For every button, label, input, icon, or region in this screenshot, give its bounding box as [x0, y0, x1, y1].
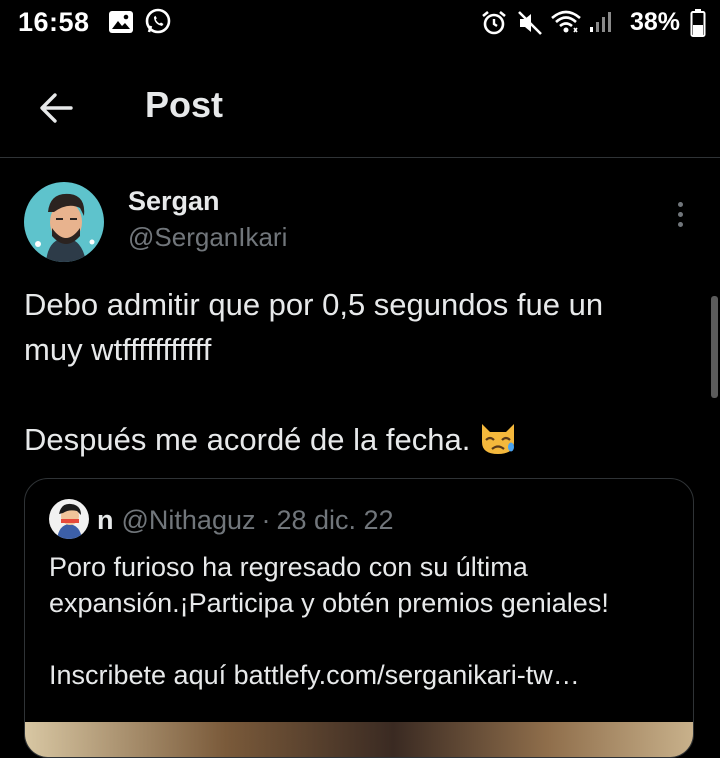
wifi-icon: [551, 10, 581, 33]
post-text-line: Debo admitir que por 0,5 segundos fue un: [24, 287, 604, 322]
whatsapp-icon: [145, 8, 171, 34]
quoted-author-avatar: [49, 499, 89, 539]
avatar-illustration: [24, 182, 104, 262]
quoted-post-text: Poro furioso ha regresado con su última …: [49, 549, 679, 693]
quoted-avatar-illustration: [49, 499, 89, 539]
signal-icon: [590, 12, 611, 32]
quoted-handle: @Nithaguz: [121, 505, 256, 535]
more-vertical-icon: [677, 201, 683, 207]
post-text-line: Después me acordé de la fecha.: [24, 422, 471, 457]
quoted-text-line: Inscribete aquí battlefy.com/serganikari…: [49, 660, 580, 690]
author-avatar[interactable]: [24, 182, 104, 262]
more-dot: [677, 221, 683, 227]
header-divider: [0, 157, 720, 158]
battery-icon: [690, 9, 706, 37]
mute-icon: [518, 11, 542, 35]
page-title: Post: [145, 84, 224, 125]
quoted-post-media[interactable]: [25, 722, 693, 757]
alarm-icon: [482, 10, 506, 35]
scrollbar-thumb[interactable]: [711, 296, 718, 398]
post-text-line: muy wtfffffffffff: [24, 332, 212, 367]
author-handle[interactable]: @SerganIkari: [128, 222, 287, 253]
post-text-spacer: [24, 372, 704, 417]
quoted-text-line: Poro furioso ha regresado con su última: [49, 552, 528, 582]
quoted-text-line: expansión.¡Participa y obtén premios gen…: [49, 588, 609, 618]
more-dot: [677, 211, 683, 217]
battery-percentage: 38%: [630, 8, 681, 36]
crying-cat-emoji-icon: [482, 424, 515, 454]
quoted-post-card[interactable]: n @Nithaguz · 28 dic. 22 Poro furioso ha re…: [24, 478, 694, 758]
status-bar: 16:58 38%: [0, 0, 720, 46]
post-header: Post: [0, 60, 720, 156]
post-text-line-with-emoji: Después me acordé de la fecha.: [24, 417, 704, 462]
quoted-separator: ·: [261, 505, 271, 535]
back-button[interactable]: [28, 80, 84, 136]
quoted-post-header: n @Nithaguz · 28 dic. 22: [97, 505, 394, 536]
status-time: 16:58: [18, 7, 90, 37]
author-display-name[interactable]: Sergan: [128, 186, 220, 217]
post-text: Debo admitir que por 0,5 segundos fue un…: [24, 282, 704, 462]
quoted-date: 28 dic. 22: [276, 505, 394, 535]
quoted-text-spacer: [49, 621, 679, 657]
image-icon: [109, 11, 133, 33]
more-options-button[interactable]: [664, 196, 696, 232]
quoted-display-name: n: [97, 505, 114, 535]
back-arrow-icon: [40, 93, 73, 123]
